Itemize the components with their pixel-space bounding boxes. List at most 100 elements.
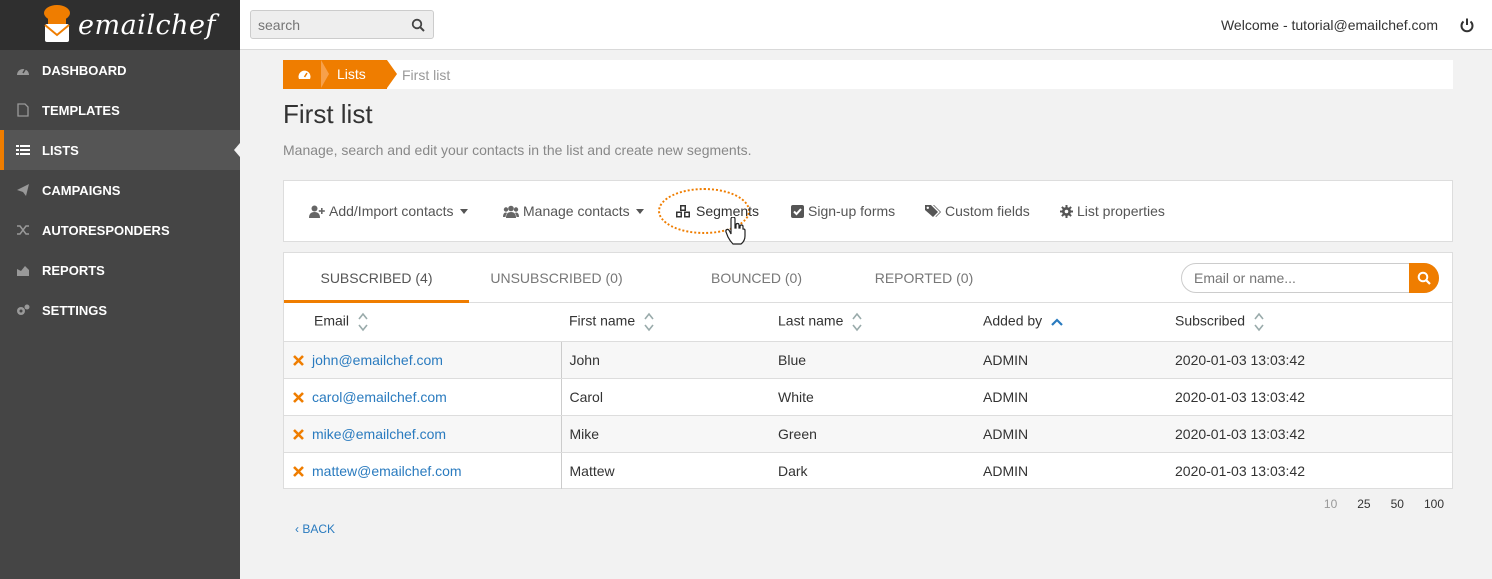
- sidebar-item-label: CAMPAIGNS: [42, 182, 121, 198]
- subscribed-cell: 2020-01-03 13:03:42: [1175, 462, 1305, 479]
- sidebar-item-label: LISTS: [42, 142, 79, 158]
- first-name-cell: Mike: [561, 415, 770, 453]
- email-link[interactable]: mike@emailchef.com: [312, 426, 446, 442]
- remove-icon[interactable]: [293, 428, 304, 440]
- area-chart-icon: [16, 263, 30, 277]
- user-plus-icon: [309, 205, 325, 218]
- sidebar-item-templates[interactable]: TEMPLATES: [0, 90, 240, 130]
- added-by-cell: ADMIN: [975, 415, 1167, 453]
- logo[interactable]: emailchef: [0, 0, 240, 50]
- column-label: Last name: [778, 312, 844, 329]
- custom-fields-button[interactable]: Custom fields: [925, 203, 1030, 219]
- list-icon: [16, 143, 30, 157]
- column-header-first-name[interactable]: First name: [561, 304, 770, 342]
- breadcrumb: Lists First list: [283, 60, 1453, 89]
- contacts-table: Email First name Last name Added by Subs…: [284, 304, 1452, 489]
- dashboard-icon: [298, 70, 311, 79]
- list-properties-button[interactable]: List properties: [1060, 203, 1165, 219]
- table-row: john@emailchef.com John Blue ADMIN 2020-…: [284, 341, 1452, 379]
- breadcrumb-current: First list: [402, 67, 451, 83]
- column-header-subscribed[interactable]: Subscribed: [1167, 304, 1452, 342]
- contact-filter: [1181, 263, 1439, 293]
- add-import-contacts-label: Add/Import contacts: [329, 203, 454, 219]
- paper-plane-icon: [16, 183, 30, 197]
- page-size-25[interactable]: 25: [1357, 497, 1370, 511]
- email-cell: mike@emailchef.com: [284, 415, 562, 453]
- sort-icon: [1254, 312, 1264, 332]
- manage-contacts-label: Manage contacts: [523, 203, 630, 219]
- status-tabs: SUBSCRIBED (4) UNSUBSCRIBED (0) BOUNCED …: [284, 253, 1452, 303]
- remove-icon[interactable]: [293, 465, 304, 477]
- search-input[interactable]: [251, 11, 401, 38]
- power-icon[interactable]: [1459, 17, 1475, 33]
- filter-input[interactable]: [1182, 264, 1402, 292]
- tags-icon: [925, 204, 941, 217]
- chef-hat-logo-icon: [44, 5, 70, 42]
- tab-unsubscribed[interactable]: UNSUBSCRIBED (0): [469, 253, 644, 303]
- page-size-selector: 10 25 50 100: [1324, 497, 1444, 511]
- email-link[interactable]: carol@emailchef.com: [312, 389, 447, 405]
- top-bar: Welcome - tutorial@emailchef.com: [240, 0, 1492, 50]
- filter-search-button[interactable]: [1409, 263, 1439, 293]
- sort-icon: [358, 312, 368, 332]
- manage-contacts-dropdown[interactable]: Manage contacts: [503, 203, 644, 219]
- table-header-row: Email First name Last name Added by Subs…: [284, 304, 1452, 342]
- table-row: mattew@emailchef.com Mattew Dark ADMIN 2…: [284, 452, 1452, 489]
- subscribed-cell: 2020-01-03 13:03:42: [1167, 378, 1452, 416]
- sidebar-item-campaigns[interactable]: CAMPAIGNS: [0, 170, 240, 210]
- sidebar-item-label: DASHBOARD: [42, 62, 127, 78]
- last-name-cell: White: [770, 378, 975, 416]
- remove-icon[interactable]: [293, 391, 304, 403]
- column-label: Added by: [983, 312, 1043, 329]
- last-name-cell: Blue: [770, 341, 975, 379]
- sidebar-item-label: SETTINGS: [42, 302, 108, 318]
- column-header-added-by[interactable]: Added by: [975, 304, 1167, 342]
- search-icon: [1417, 271, 1431, 285]
- cubes-icon: [676, 204, 690, 217]
- first-name-cell: John: [561, 341, 770, 379]
- first-name-cell: Mattew: [569, 462, 615, 479]
- sidebar-item-settings[interactable]: SETTINGS: [0, 290, 240, 330]
- dashboard-icon: [16, 63, 30, 77]
- custom-fields-label: Custom fields: [945, 203, 1030, 219]
- column-label: First name: [569, 312, 636, 329]
- subscribed-cell: 2020-01-03 13:03:42: [1167, 415, 1452, 453]
- last-name-cell: Dark: [778, 462, 808, 479]
- page-title: First list: [283, 99, 373, 129]
- added-by-cell: ADMIN: [975, 378, 1167, 416]
- add-import-contacts-dropdown[interactable]: Add/Import contacts: [309, 203, 468, 219]
- breadcrumb-lists[interactable]: Lists: [323, 60, 397, 89]
- global-search: [250, 10, 434, 39]
- page-size-10[interactable]: 10: [1324, 497, 1337, 511]
- tab-bounced[interactable]: BOUNCED (0): [664, 253, 849, 303]
- tab-reported[interactable]: REPORTED (0): [839, 253, 1009, 303]
- added-by-cell: ADMIN: [983, 462, 1029, 479]
- remove-icon[interactable]: [293, 354, 304, 366]
- check-square-icon: [791, 204, 804, 218]
- hand-cursor-icon: [725, 217, 746, 245]
- subscribed-cell: 2020-01-03 13:03:42: [1167, 341, 1452, 379]
- signup-forms-button[interactable]: Sign-up forms: [791, 203, 895, 219]
- column-header-email[interactable]: Email: [284, 304, 561, 342]
- caret-down-icon: [635, 208, 644, 214]
- breadcrumb-home[interactable]: [283, 60, 323, 89]
- email-cell: mattew@emailchef.com: [284, 452, 562, 489]
- sort-icon: [644, 312, 654, 332]
- column-header-last-name[interactable]: Last name: [770, 304, 975, 342]
- signup-forms-label: Sign-up forms: [808, 203, 896, 219]
- email-link[interactable]: john@emailchef.com: [312, 352, 443, 368]
- sidebar-item-dashboard[interactable]: DASHBOARD: [0, 50, 240, 90]
- tab-subscribed[interactable]: SUBSCRIBED (4): [284, 253, 469, 303]
- added-by-cell: ADMIN: [975, 341, 1167, 379]
- sidebar-item-reports[interactable]: REPORTS: [0, 250, 240, 290]
- search-icon[interactable]: [411, 18, 425, 32]
- sidebar-item-lists[interactable]: LISTS: [0, 130, 240, 170]
- back-link[interactable]: ‹ BACK: [295, 522, 335, 536]
- page-size-50[interactable]: 50: [1391, 497, 1404, 511]
- page-size-100[interactable]: 100: [1424, 497, 1444, 511]
- first-name-cell: Carol: [561, 378, 770, 416]
- list-properties-label: List properties: [1077, 203, 1165, 219]
- page-description: Manage, search and edit your contacts in…: [283, 142, 752, 158]
- sidebar-item-autoresponders[interactable]: AUTORESPONDERS: [0, 210, 240, 250]
- email-link[interactable]: mattew@emailchef.com: [312, 463, 462, 479]
